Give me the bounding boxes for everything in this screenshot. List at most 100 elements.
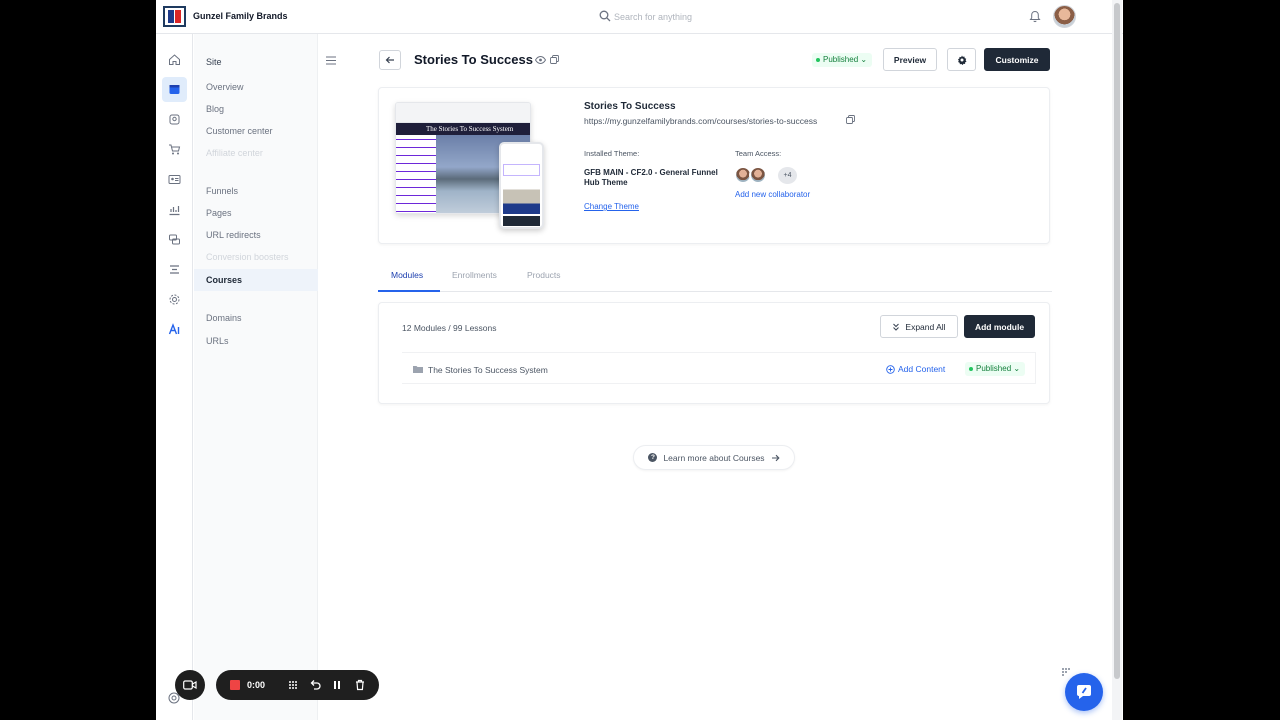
page-title: Stories To Success (414, 52, 533, 67)
site-sidebar: Site Overview Blog Customer center Affil… (194, 34, 318, 720)
gear-icon (957, 55, 966, 65)
course-tabs: Modules Enrollments Products (378, 264, 1052, 292)
add-collaborator-link[interactable]: Add new collaborator (735, 190, 810, 199)
thumbnail-banner: The Stories To Success System (396, 123, 530, 135)
theme-name: GFB MAIN - CF2.0 - General Funnel Hub Th… (584, 168, 718, 187)
sidebar-item-conversion-boosters[interactable]: Conversion boosters (206, 252, 289, 262)
add-content-button[interactable]: Add Content (886, 364, 945, 374)
mobile-image (503, 179, 540, 214)
course-card: The Stories To Success System Stories To… (378, 87, 1050, 244)
help-icon: ? (648, 453, 658, 462)
installed-theme-label: Installed Theme: (584, 149, 640, 158)
sidebar-item-urls[interactable]: URLs (206, 336, 229, 346)
sidebar-item-funnels[interactable]: Funnels (206, 186, 238, 196)
eye-icon[interactable] (535, 55, 546, 65)
copy-icon[interactable] (550, 55, 559, 64)
menu-icon[interactable] (326, 56, 336, 65)
back-button[interactable] (379, 50, 401, 70)
sidebar-item-overview[interactable]: Overview (206, 82, 244, 92)
module-status-text: Published (976, 364, 1012, 373)
arrow-right-icon (771, 454, 780, 461)
module-row[interactable]: The Stories To Success System Add Conten… (402, 352, 1036, 384)
ai-icon[interactable] (162, 317, 187, 342)
bell-icon[interactable] (1029, 10, 1041, 23)
course-name: Stories To Success (584, 101, 676, 112)
modules-card: 12 Modules / 99 Lessons Expand All Add m… (378, 302, 1050, 404)
sidebar-item-courses[interactable]: Courses (194, 269, 318, 291)
contacts-icon[interactable] (162, 107, 187, 132)
id-card-icon[interactable] (162, 167, 187, 192)
chat-icon (1077, 685, 1091, 699)
user-avatar[interactable] (1053, 5, 1076, 28)
site-icon[interactable] (162, 77, 187, 102)
icon-rail (156, 34, 193, 720)
change-theme-link[interactable]: Change Theme (584, 202, 639, 211)
analytics-icon[interactable] (162, 197, 187, 222)
team-avatar[interactable] (749, 166, 767, 184)
chat-support-button[interactable] (1065, 673, 1103, 711)
sidebar-item-affiliate-center[interactable]: Affiliate center (206, 148, 263, 158)
trash-icon[interactable] (354, 679, 366, 691)
copy-url-icon[interactable] (846, 115, 855, 124)
active-tab-indicator (378, 290, 440, 292)
gear-icon[interactable] (162, 287, 187, 312)
chevron-down-icon: ⌄ (1013, 364, 1021, 373)
settings-button[interactable] (947, 48, 976, 71)
learn-more-button[interactable]: ? Learn more about Courses (633, 445, 795, 470)
sidebar-item-customer-center[interactable]: Customer center (206, 126, 273, 136)
status-text: Published (823, 55, 859, 64)
video-camera-icon (183, 680, 197, 690)
scrollbar-thumb[interactable] (1114, 3, 1120, 679)
thumbnail-sidebar (396, 135, 436, 213)
recorder-toolbar: 0:00 (216, 670, 379, 700)
stop-recording-button[interactable] (230, 680, 240, 690)
sidebar-item-domains[interactable]: Domains (206, 313, 242, 323)
automation-icon[interactable] (162, 227, 187, 252)
recording-time: 0:00 (247, 680, 266, 690)
home-icon[interactable] (162, 47, 187, 72)
page-scrollbar[interactable] (1112, 0, 1122, 720)
module-name: The Stories To Success System (428, 365, 548, 375)
expand-all-button[interactable]: Expand All (880, 315, 958, 338)
undo-icon[interactable] (309, 679, 321, 691)
add-module-button[interactable]: Add module (964, 315, 1035, 338)
brand-name: Gunzel Family Brands (193, 11, 288, 21)
team-access-label: Team Access: (735, 149, 782, 158)
status-badge[interactable]: Published ⌄ (812, 53, 873, 67)
cart-icon[interactable] (162, 137, 187, 162)
workflow-icon[interactable] (162, 257, 187, 282)
mobile-footer (503, 216, 540, 226)
sidebar-item-pages[interactable]: Pages (206, 208, 232, 218)
modules-count: 12 Modules / 99 Lessons (402, 323, 497, 333)
mobile-thumbnail[interactable] (499, 142, 544, 229)
thumbnail-navbar (396, 103, 530, 123)
brand-logo[interactable] (163, 6, 186, 27)
learn-more-label: Learn more about Courses (663, 452, 765, 463)
sidebar-heading-site: Site (206, 57, 222, 67)
search-input[interactable] (614, 8, 814, 25)
grid-icon[interactable] (287, 679, 299, 691)
pause-icon[interactable] (331, 679, 343, 691)
preview-button[interactable]: Preview (883, 48, 937, 71)
team-more-count[interactable]: +4 (778, 167, 797, 184)
tab-modules[interactable]: Modules (391, 270, 423, 280)
tab-products[interactable]: Products (527, 270, 561, 280)
add-content-label: Add Content (898, 364, 946, 374)
expand-all-label: Expand All (905, 321, 946, 332)
app-window: Gunzel Family Brands Site Overview Blog … (156, 0, 1123, 720)
sidebar-item-url-redirects[interactable]: URL redirects (206, 230, 261, 240)
chevron-down-icon: ⌄ (860, 55, 868, 64)
module-status-badge[interactable]: Published ⌄ (965, 362, 1026, 376)
tab-enrollments[interactable]: Enrollments (452, 270, 497, 280)
course-url[interactable]: https://my.gunzelfamilybrands.com/course… (584, 116, 817, 126)
sidebar-item-blog[interactable]: Blog (206, 104, 224, 114)
camera-button[interactable] (175, 670, 205, 700)
search-icon (599, 10, 611, 22)
customize-button[interactable]: Customize (984, 48, 1050, 71)
plus-circle-icon (886, 364, 895, 374)
arrow-left-icon (385, 56, 394, 64)
mobile-header (503, 164, 540, 176)
grid-handle-icon[interactable] (1062, 668, 1070, 676)
expand-icon (893, 323, 900, 331)
folder-icon (413, 366, 423, 373)
